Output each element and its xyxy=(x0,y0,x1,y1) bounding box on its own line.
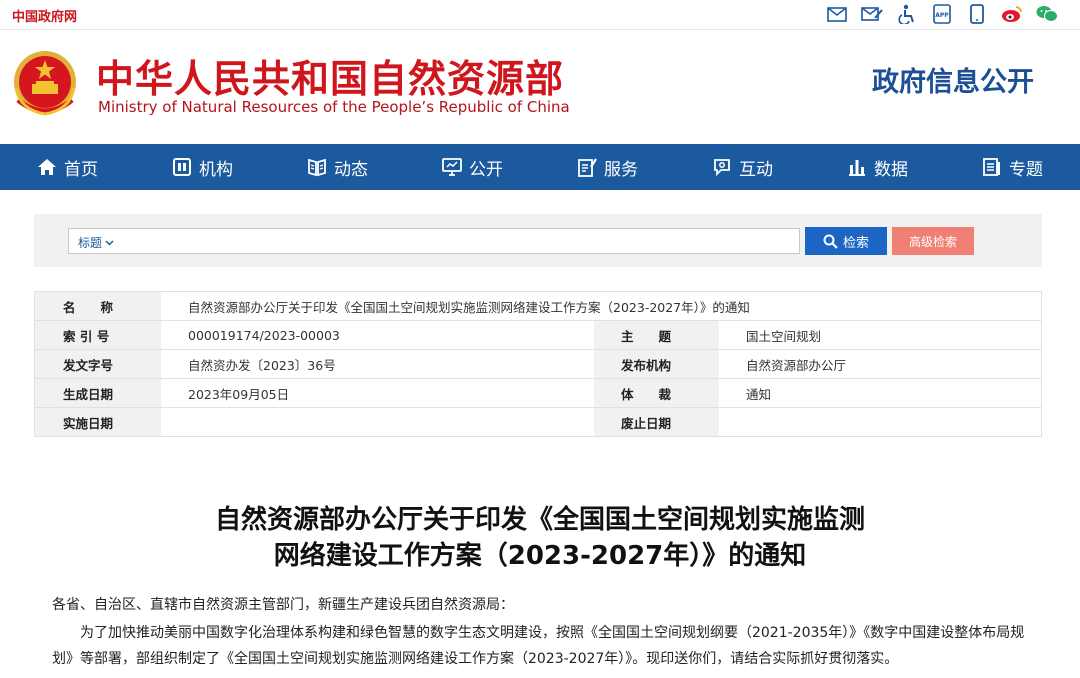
created-value: 2023年09月05日 xyxy=(161,378,594,408)
main-nav: 首页 机构 动态 公开 服务 互动 数据 专题 xyxy=(0,144,1080,190)
search-input[interactable] xyxy=(129,230,793,254)
index-value: 000019174/2023-00003 xyxy=(161,320,594,350)
table-row: 名 称 自然资源部办公厅关于印发《全国国土空间规划实施监测网络建设工作方案（20… xyxy=(34,291,1042,321)
national-emblem-icon xyxy=(14,51,76,116)
article-salutation: 各省、自治区、直辖市自然资源主管部门，新疆生产建设兵团自然资源局： xyxy=(52,597,514,613)
issuer-value: 自然资源部办公厅 xyxy=(719,349,1042,379)
nav-item-news[interactable]: 动态 xyxy=(307,155,368,180)
accessibility-icon[interactable] xyxy=(896,3,918,25)
disclosure-icon xyxy=(442,157,462,177)
topic-icon xyxy=(982,157,1002,177)
nav-item-label: 机构 xyxy=(199,159,233,180)
chevron-down-icon xyxy=(105,239,114,246)
home-icon xyxy=(37,157,57,177)
service-icon xyxy=(577,157,597,177)
wechat-icon[interactable] xyxy=(1036,3,1058,25)
advanced-search-button[interactable]: 高级检索 xyxy=(892,227,974,255)
top-utility-bar: 中国政府网 APP xyxy=(0,0,1080,30)
top-icon-group: APP xyxy=(826,3,1058,25)
created-label: 生成日期 xyxy=(34,378,161,408)
chart-icon xyxy=(847,157,867,177)
table-row: 索 引 号 000019174/2023-00003 主 题 国土空间规划 xyxy=(34,320,1042,350)
mail-icon[interactable] xyxy=(826,3,848,25)
name-label: 名 称 xyxy=(34,291,161,321)
document-metadata-table: 名 称 自然资源部办公厅关于印发《全国国土空间规划实施监测网络建设工作方案（20… xyxy=(34,291,1042,437)
article-title: 自然资源部办公厅关于印发《全国国土空间规划实施监测 网络建设工作方案（2023-… xyxy=(0,502,1080,574)
table-row: 生成日期 2023年09月05日 体 裁 通知 xyxy=(34,378,1042,408)
nav-item-service[interactable]: 服务 xyxy=(577,155,638,180)
search-category-select[interactable]: 标题 xyxy=(78,234,114,251)
article-body: 为了加快推动美丽中国数字化治理体系构建和绿色智慧的数字生态文明建设，按照《全国国… xyxy=(52,625,1025,667)
nav-item-interaction[interactable]: 互动 xyxy=(712,155,773,180)
site-header: 中华人民共和国自然资源部 Ministry of Natural Resourc… xyxy=(0,30,1080,144)
nav-item-label: 动态 xyxy=(334,159,368,180)
docno-value: 自然资办发〔2023〕36号 xyxy=(161,349,594,379)
nav-item-home[interactable]: 首页 xyxy=(37,155,98,180)
gov-portal-link[interactable]: 中国政府网 xyxy=(12,6,77,25)
issuer-label: 发布机构 xyxy=(594,349,719,379)
search-icon xyxy=(823,234,838,249)
nav-item-label: 首页 xyxy=(64,159,98,180)
nav-item-disclosure[interactable]: 公开 xyxy=(442,155,503,180)
ministry-title-cn: 中华人民共和国自然资源部 xyxy=(96,57,565,101)
article-title-line: 自然资源部办公厅关于印发《全国国土空间规划实施监测 xyxy=(214,505,865,535)
app-icon[interactable]: APP xyxy=(931,3,953,25)
table-row: 发文字号 自然资办发〔2023〕36号 发布机构 自然资源部办公厅 xyxy=(34,349,1042,379)
docno-label: 发文字号 xyxy=(34,349,161,379)
name-value: 自然资源部办公厅关于印发《全国国土空间规划实施监测网络建设工作方案（2023-2… xyxy=(161,291,1042,321)
ministry-title-en: Ministry of Natural Resources of the Peo… xyxy=(98,98,570,116)
effective-value xyxy=(161,407,594,437)
article-title-line: 网络建设工作方案（2023-2027年）》的通知 xyxy=(273,541,807,571)
news-icon xyxy=(307,157,327,177)
subject-value: 国土空间规划 xyxy=(719,320,1042,350)
nav-item-label: 数据 xyxy=(874,159,908,180)
mail-edit-icon[interactable] xyxy=(861,3,883,25)
nav-item-org[interactable]: 机构 xyxy=(172,155,233,180)
org-icon xyxy=(172,157,192,177)
expiry-value xyxy=(719,407,1042,437)
nav-item-label: 专题 xyxy=(1009,159,1043,180)
nav-item-topic[interactable]: 专题 xyxy=(982,155,1043,180)
weibo-icon[interactable] xyxy=(1001,3,1023,25)
nav-item-label: 互动 xyxy=(739,159,773,180)
search-bar: 标题 xyxy=(68,228,800,254)
nav-item-label: 服务 xyxy=(604,159,638,180)
effective-label: 实施日期 xyxy=(34,407,161,437)
expiry-label: 废止日期 xyxy=(594,407,719,437)
table-row: 实施日期 废止日期 xyxy=(34,407,1042,437)
search-category-label: 标题 xyxy=(78,236,103,250)
mobile-icon[interactable] xyxy=(966,3,988,25)
genre-label: 体 裁 xyxy=(594,378,719,408)
genre-value: 通知 xyxy=(719,378,1042,408)
search-button-label: 检索 xyxy=(842,235,869,251)
search-button[interactable]: 检索 xyxy=(805,227,887,255)
index-label: 索 引 号 xyxy=(34,320,161,350)
section-title: 政府信息公开 xyxy=(872,67,1034,98)
nav-item-data[interactable]: 数据 xyxy=(847,155,908,180)
svg-text:APP: APP xyxy=(935,12,949,19)
search-panel: 标题 检索 高级检索 xyxy=(34,214,1042,267)
nav-item-label: 公开 xyxy=(469,159,503,180)
subject-label: 主 题 xyxy=(594,320,719,350)
chat-icon xyxy=(712,157,732,177)
